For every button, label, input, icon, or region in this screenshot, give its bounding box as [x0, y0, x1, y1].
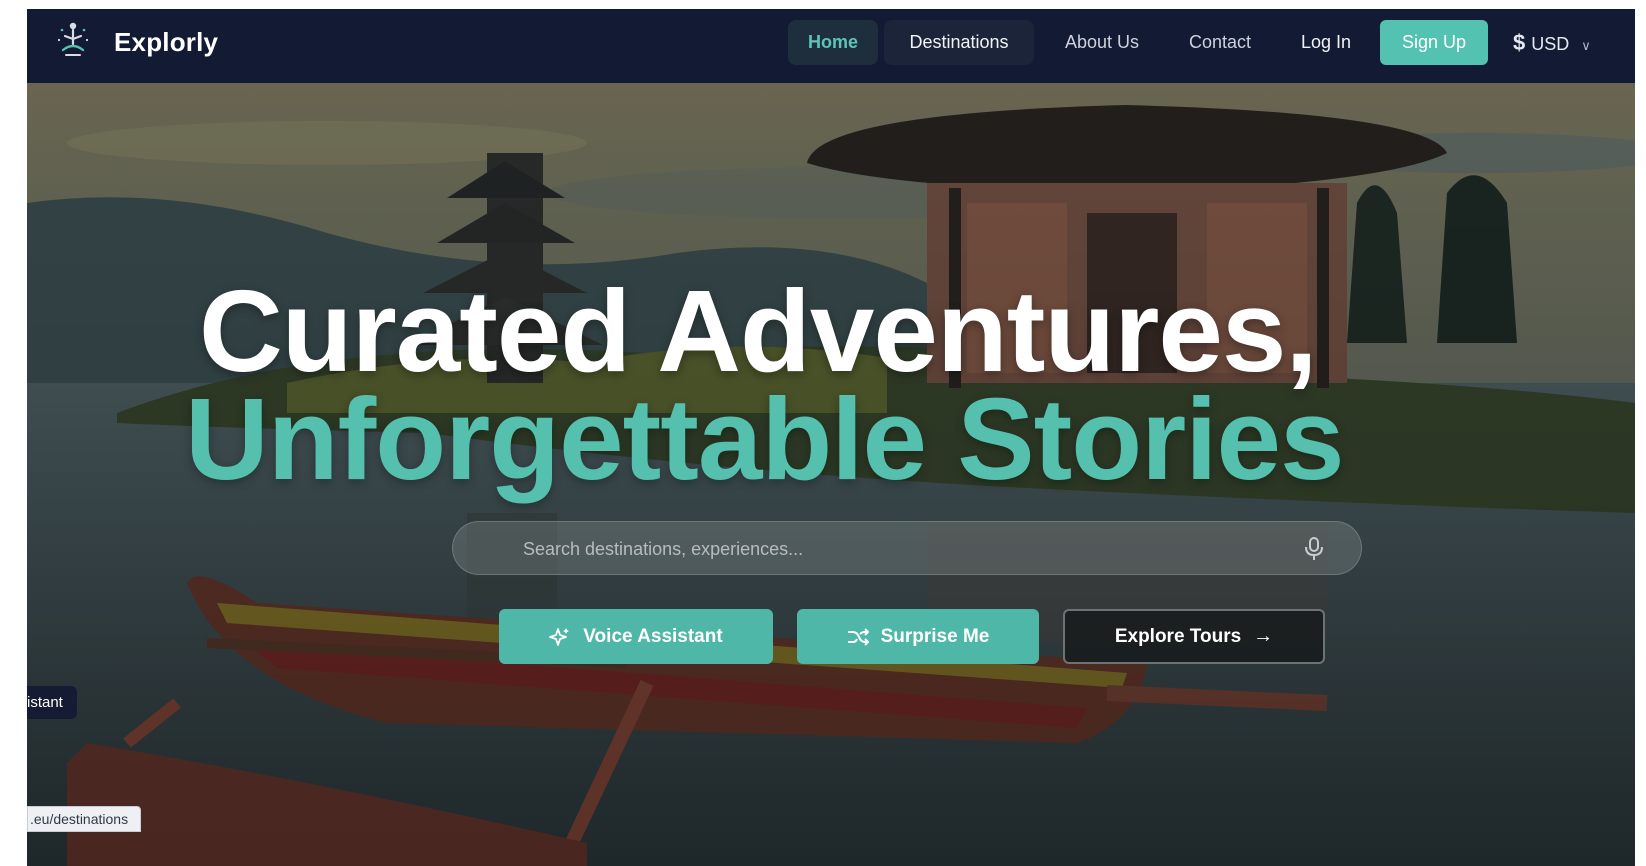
- explore-tours-button[interactable]: Explore Tours →: [1063, 609, 1325, 664]
- login-link[interactable]: Log In: [1289, 20, 1363, 65]
- meditation-figure-icon[interactable]: [53, 20, 93, 62]
- shuffle-icon: [847, 627, 869, 646]
- surprise-me-label: Surprise Me: [880, 625, 990, 647]
- status-bar-url: .eu/destinations: [27, 806, 142, 832]
- nav-destinations-link[interactable]: Destinations: [884, 20, 1034, 65]
- nav-about-link[interactable]: About Us: [1049, 20, 1155, 65]
- nav-contact-link[interactable]: Contact: [1173, 20, 1267, 65]
- currency-code: USD: [1531, 34, 1570, 54]
- voice-assistant-button[interactable]: Voice Assistant: [499, 609, 773, 664]
- search-bar: [452, 521, 1362, 576]
- browser-viewport: Explorly Home Destinations About Us Cont…: [27, 9, 1635, 866]
- nav-home-link[interactable]: Home: [788, 20, 878, 65]
- sparkle-icon: [549, 627, 570, 646]
- top-navbar: Explorly Home Destinations About Us Cont…: [27, 9, 1635, 83]
- arrow-right-icon: →: [1253, 625, 1274, 647]
- currency-symbol: $: [1513, 30, 1526, 55]
- brand-name[interactable]: Explorly: [114, 27, 218, 58]
- search-input[interactable]: [521, 522, 1305, 576]
- voice-assistant-label: Voice Assistant: [583, 625, 723, 647]
- hero-headline-line2: Unforgettable Stories: [185, 374, 1344, 504]
- explore-tours-label: Explore Tours: [1114, 625, 1242, 647]
- microphone-icon[interactable]: [1303, 536, 1325, 562]
- chevron-down-icon: ∨: [1581, 38, 1591, 53]
- currency-selector[interactable]: $ USD ∨: [1513, 20, 1591, 65]
- voice-assistant-tooltip: istant: [27, 686, 77, 719]
- surprise-me-button[interactable]: Surprise Me: [797, 609, 1039, 664]
- hero-headline-line1: Curated Adventures,: [199, 266, 1318, 396]
- signup-button[interactable]: Sign Up: [1380, 20, 1488, 65]
- hero-section: Curated Adventures, Unforgettable Storie…: [27, 83, 1635, 866]
